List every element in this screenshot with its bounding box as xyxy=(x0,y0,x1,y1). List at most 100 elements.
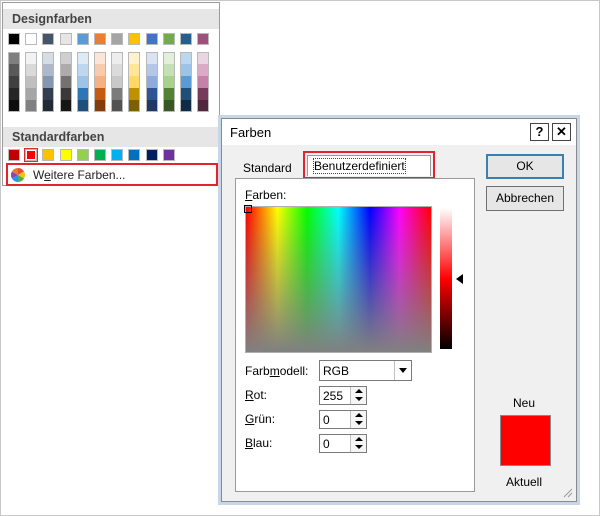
theme-tint-swatch[interactable] xyxy=(59,100,72,112)
theme-tint-swatch[interactable] xyxy=(76,64,89,76)
theme-tint-swatch[interactable] xyxy=(25,88,38,100)
spin-up-icon[interactable] xyxy=(355,389,363,393)
standard-color-swatch[interactable] xyxy=(76,149,89,161)
theme-tint-swatch[interactable] xyxy=(128,100,141,112)
spin-down-icon[interactable] xyxy=(355,397,363,401)
theme-tint-swatch[interactable] xyxy=(94,88,106,100)
close-button[interactable]: ✕ xyxy=(552,123,571,141)
theme-tint-swatch[interactable] xyxy=(25,100,38,112)
theme-tint-swatch[interactable] xyxy=(111,52,124,64)
standard-color-swatch[interactable] xyxy=(24,148,39,162)
theme-tint-swatch[interactable] xyxy=(76,76,89,88)
ok-button[interactable]: OK xyxy=(486,154,564,179)
theme-tint-swatch[interactable] xyxy=(162,64,175,76)
theme-tint-swatch[interactable] xyxy=(76,100,89,112)
theme-tint-swatch[interactable] xyxy=(128,52,141,64)
theme-color-swatch[interactable] xyxy=(8,33,20,45)
help-button[interactable]: ? xyxy=(530,123,549,141)
theme-color-swatch[interactable] xyxy=(59,33,72,45)
theme-tint-swatch[interactable] xyxy=(180,52,192,64)
theme-color-swatch[interactable] xyxy=(94,33,106,45)
standard-color-swatch[interactable] xyxy=(59,149,72,161)
theme-tint-swatch[interactable] xyxy=(8,100,20,112)
cancel-button[interactable]: Abbrechen xyxy=(486,186,564,211)
theme-tint-swatch[interactable] xyxy=(111,100,124,112)
theme-tint-swatch[interactable] xyxy=(145,64,158,76)
theme-tint-swatch[interactable] xyxy=(111,76,124,88)
blue-spin-buttons[interactable] xyxy=(350,435,366,452)
theme-tint-swatch[interactable] xyxy=(42,100,55,112)
theme-tint-swatch[interactable] xyxy=(42,76,55,88)
theme-tint-swatch[interactable] xyxy=(25,76,38,88)
standard-color-swatch[interactable] xyxy=(128,149,141,161)
theme-color-swatch[interactable] xyxy=(128,33,141,45)
theme-tint-swatch[interactable] xyxy=(128,88,141,100)
theme-tint-swatch[interactable] xyxy=(197,52,210,64)
spin-down-icon[interactable] xyxy=(355,445,363,449)
luminance-arrow-icon[interactable] xyxy=(456,274,463,284)
red-spin-buttons[interactable] xyxy=(350,387,366,404)
theme-tint-swatch[interactable] xyxy=(59,64,72,76)
theme-tint-swatch[interactable] xyxy=(94,64,106,76)
theme-tint-swatch[interactable] xyxy=(197,88,210,100)
blue-spinbox[interactable]: 0 xyxy=(319,434,367,453)
theme-tint-swatch[interactable] xyxy=(145,76,158,88)
theme-tint-swatch[interactable] xyxy=(180,76,192,88)
theme-color-swatch[interactable] xyxy=(42,33,55,45)
theme-tint-swatch[interactable] xyxy=(128,64,141,76)
color-spectrum-picker[interactable] xyxy=(245,206,432,353)
luminance-slider[interactable] xyxy=(440,208,452,349)
theme-tint-swatch[interactable] xyxy=(94,100,106,112)
chevron-down-icon[interactable] xyxy=(394,361,411,380)
theme-tint-swatch[interactable] xyxy=(180,88,192,100)
theme-tint-swatch[interactable] xyxy=(145,52,158,64)
theme-tint-swatch[interactable] xyxy=(197,100,210,112)
dialog-titlebar[interactable]: Farben ? ✕ xyxy=(222,119,576,145)
standard-color-swatch[interactable] xyxy=(42,149,55,161)
theme-tint-swatch[interactable] xyxy=(8,64,20,76)
resize-grip-icon[interactable] xyxy=(561,486,573,498)
theme-tint-swatch[interactable] xyxy=(8,76,20,88)
theme-tint-swatch[interactable] xyxy=(162,52,175,64)
theme-tint-swatch[interactable] xyxy=(197,76,210,88)
theme-color-swatch[interactable] xyxy=(197,33,210,45)
theme-tint-swatch[interactable] xyxy=(8,52,20,64)
theme-tint-swatch[interactable] xyxy=(59,88,72,100)
theme-tint-swatch[interactable] xyxy=(25,52,38,64)
green-spin-buttons[interactable] xyxy=(350,411,366,428)
theme-tint-swatch[interactable] xyxy=(42,64,55,76)
theme-tint-swatch[interactable] xyxy=(162,76,175,88)
spin-down-icon[interactable] xyxy=(355,421,363,425)
theme-tint-swatch[interactable] xyxy=(111,88,124,100)
theme-tint-swatch[interactable] xyxy=(8,88,20,100)
theme-color-swatch[interactable] xyxy=(145,33,158,45)
theme-tint-swatch[interactable] xyxy=(42,88,55,100)
theme-color-swatch[interactable] xyxy=(76,33,89,45)
theme-tint-swatch[interactable] xyxy=(145,100,158,112)
theme-tint-swatch[interactable] xyxy=(94,52,106,64)
theme-color-swatch[interactable] xyxy=(180,33,192,45)
theme-tint-swatch[interactable] xyxy=(76,52,89,64)
more-colors-button[interactable]: Weitere Farben... xyxy=(6,163,218,186)
tab-custom[interactable]: Benutzerdefiniert xyxy=(307,155,431,176)
theme-tint-swatch[interactable] xyxy=(42,52,55,64)
theme-color-swatch[interactable] xyxy=(162,33,175,45)
theme-tint-swatch[interactable] xyxy=(128,76,141,88)
green-spinbox[interactable]: 0 xyxy=(319,410,367,429)
standard-color-swatch[interactable] xyxy=(145,149,158,161)
spin-up-icon[interactable] xyxy=(355,413,363,417)
theme-tint-swatch[interactable] xyxy=(76,88,89,100)
spin-up-icon[interactable] xyxy=(355,437,363,441)
theme-tint-swatch[interactable] xyxy=(180,100,192,112)
theme-tint-swatch[interactable] xyxy=(197,64,210,76)
theme-tint-swatch[interactable] xyxy=(94,76,106,88)
theme-tint-swatch[interactable] xyxy=(162,100,175,112)
theme-tint-swatch[interactable] xyxy=(25,64,38,76)
theme-tint-swatch[interactable] xyxy=(59,76,72,88)
color-model-select[interactable]: RGB xyxy=(319,360,412,381)
standard-color-swatch[interactable] xyxy=(162,149,175,161)
theme-tint-swatch[interactable] xyxy=(59,52,72,64)
theme-tint-swatch[interactable] xyxy=(145,88,158,100)
theme-color-swatch[interactable] xyxy=(25,33,38,45)
red-spinbox[interactable]: 255 xyxy=(319,386,367,405)
